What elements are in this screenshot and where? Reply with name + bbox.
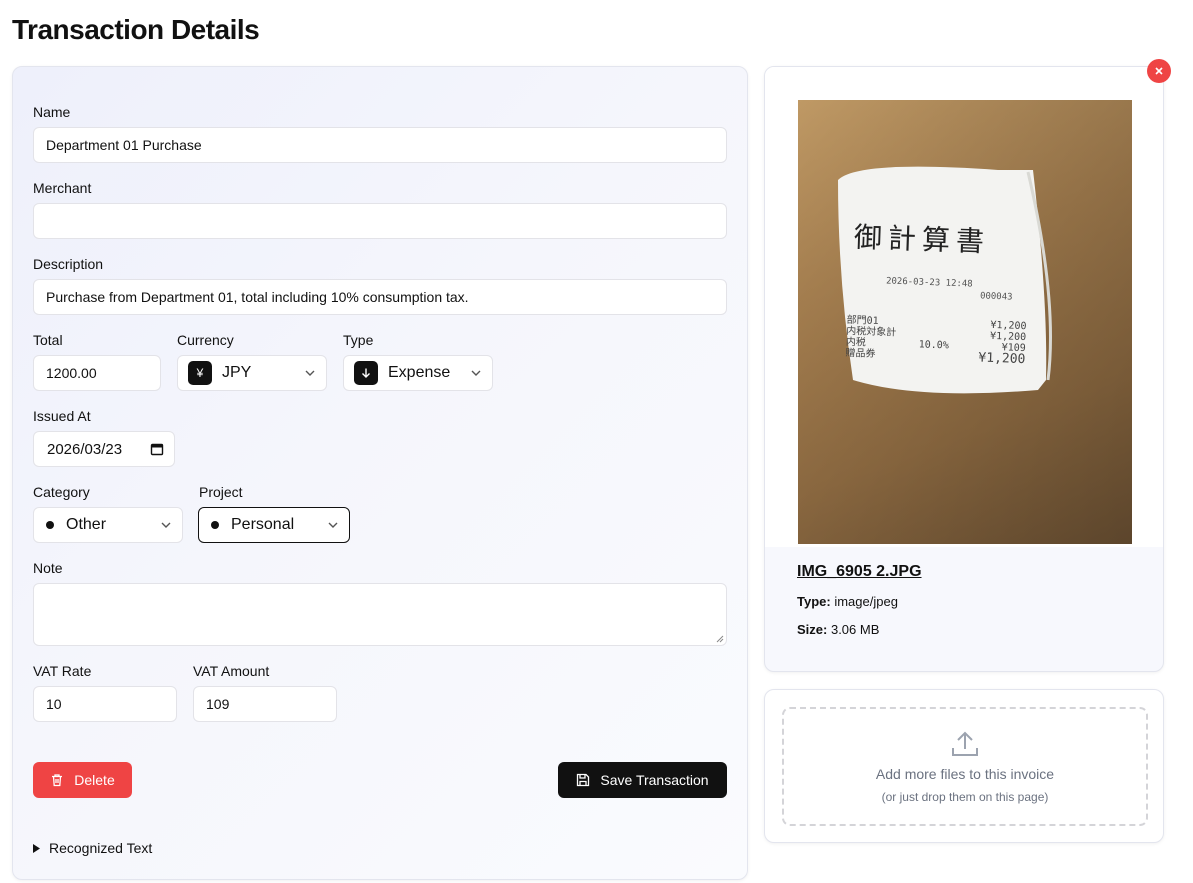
name-input[interactable]: Department 01 Purchase [33,127,727,163]
category-dot [46,521,54,529]
yen-icon: ¥ [188,361,212,385]
type-label: Type [343,332,374,348]
currency-label: Currency [177,332,234,348]
delete-label: Delete [74,772,115,788]
merchant-input[interactable] [33,203,727,239]
drop-zone-title: Add more files to this invoice [875,765,1055,782]
file-preview-card: 御計算書 2026-03-23 12:48 000043 部門01 ¥1,200 … [764,66,1164,672]
description-label: Description [33,256,104,272]
triangle-right-icon [33,843,41,853]
save-label: Save Transaction [600,772,709,788]
total-input[interactable]: 1200.00 [33,355,161,391]
description-input[interactable]: Purchase from Department 01, total inclu… [33,279,727,315]
remove-file-button[interactable] [1147,59,1171,83]
calendar-icon[interactable] [150,442,164,456]
chevron-down-icon [304,367,316,379]
project-value: Personal [231,516,295,533]
recognized-text-toggle[interactable]: Recognized Text [33,840,152,856]
save-transaction-button[interactable]: Save Transaction [558,762,727,798]
close-icon [1154,66,1164,76]
page-title: Transaction Details [12,14,260,45]
note-label: Note [33,560,63,576]
upload-icon [950,730,980,758]
name-label: Name [33,104,71,120]
project-dot [211,521,219,529]
file-size: Size: 3.06 MB [797,622,880,637]
total-label: Total [33,332,63,348]
chevron-down-icon [327,519,339,531]
file-drop-zone[interactable]: Add more files to this invoice (or just … [782,707,1148,826]
preview-area: 御計算書 2026-03-23 12:48 000043 部門01 ¥1,200 … [765,67,1163,547]
project-select[interactable]: Personal [198,507,350,543]
issued-at-value: 2026/03/23 [47,440,123,458]
chevron-down-icon [160,519,172,531]
category-select[interactable]: Other [33,507,183,543]
currency-value: JPY [222,364,252,381]
transaction-form-card [12,66,748,880]
vat-amount-input[interactable]: 109 [193,686,337,722]
type-select[interactable]: Expense [343,355,493,391]
save-icon [576,773,590,787]
vat-rate-input[interactable]: 10 [33,686,177,722]
resize-handle-icon[interactable] [716,635,724,643]
issued-at-label: Issued At [33,408,91,424]
vat-amount-label: VAT Amount [193,663,270,679]
vat-rate-label: VAT Rate [33,663,92,679]
receipt-image[interactable]: 御計算書 2026-03-23 12:48 000043 部門01 ¥1,200 … [798,100,1132,544]
file-name-link[interactable]: IMG_6905 2.JPG [797,563,922,581]
arrow-down-icon [354,361,378,385]
issued-at-input[interactable]: 2026/03/23 [33,431,175,467]
receipt-title: 御計算書 [853,220,991,259]
chevron-down-icon [470,367,482,379]
receipt-number: 000043 [979,291,1013,303]
currency-select[interactable]: ¥ JPY [177,355,327,391]
type-value: Expense [388,364,451,381]
trash-icon [50,773,64,787]
merchant-label: Merchant [33,180,92,196]
category-label: Category [33,484,90,500]
recognized-text-label: Recognized Text [49,840,153,856]
receipt-lines: 部門01 ¥1,200 内税対象計 ¥1,200 内税 10.0% ¥109 贈品券 ¥1… [845,314,1027,368]
project-label: Project [199,484,243,500]
file-type: Type: image/jpeg [797,594,898,609]
drop-zone-subtitle: (or just drop them on this page) [881,789,1049,804]
category-value: Other [66,516,107,533]
note-textarea[interactable] [33,583,727,646]
delete-button[interactable]: Delete [33,762,132,798]
upload-card: Add more files to this invoice (or just … [764,689,1164,843]
